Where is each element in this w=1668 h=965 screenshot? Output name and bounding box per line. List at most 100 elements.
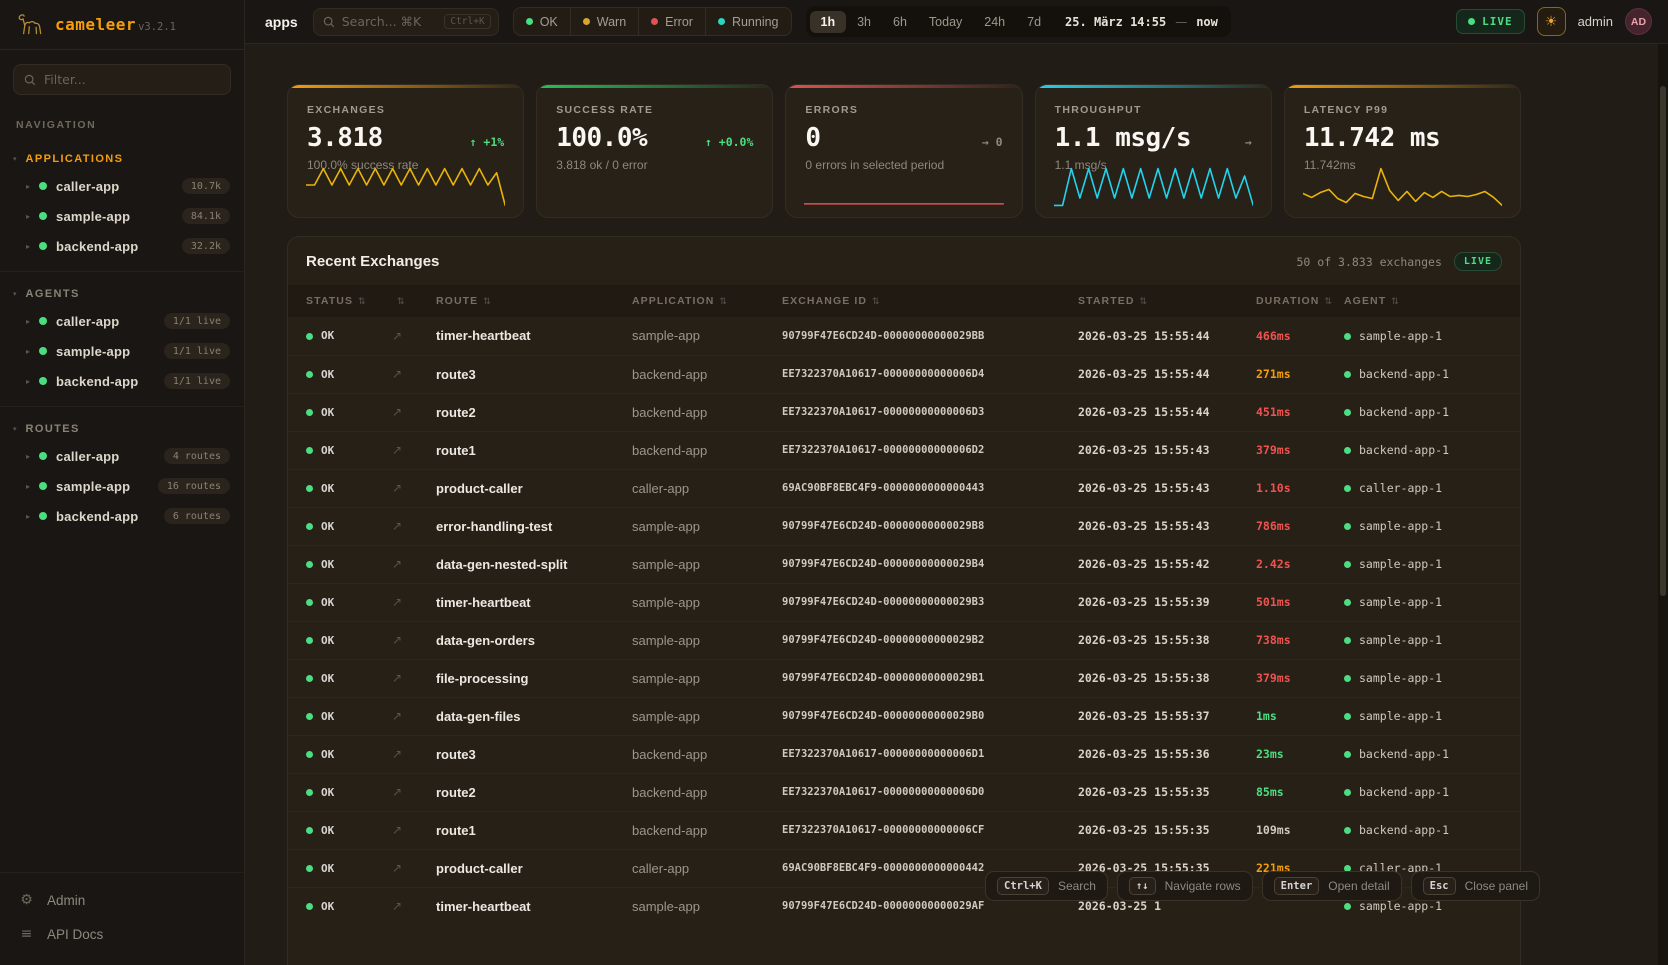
open-exchange-icon[interactable]: ↗ (392, 481, 402, 495)
column-header-route[interactable]: ROUTE⇅ (424, 285, 620, 317)
duration: 1ms (1244, 697, 1332, 735)
time-range-start[interactable]: 25. März 14:55 (1065, 15, 1166, 29)
time-range-3h[interactable]: 3h (846, 11, 882, 33)
sort-icon[interactable]: ⇅ (358, 297, 367, 307)
sidebar-link-api-docs[interactable]: ≡API Docs (0, 917, 244, 951)
open-exchange-icon[interactable]: ↗ (392, 899, 402, 913)
column-label: AGENT (1344, 295, 1386, 307)
open-exchange-icon[interactable]: ↗ (392, 519, 402, 533)
sidebar-item-agents-caller-app[interactable]: ▸caller-app1/1 live (0, 306, 244, 336)
section-header-applications[interactable]: ▾APPLICATIONS (0, 145, 244, 171)
scrollbar[interactable] (1658, 44, 1668, 965)
docs-icon: ≡ (19, 926, 34, 942)
table-row[interactable]: OK↗data-gen-filessample-app90799F47E6CD2… (288, 697, 1521, 735)
sidebar-item-routes-sample-app[interactable]: ▸sample-app16 routes (0, 471, 244, 501)
open-exchange-icon[interactable]: ↗ (392, 747, 402, 761)
open-exchange-icon[interactable]: ↗ (392, 709, 402, 723)
status-ok-dot (306, 713, 313, 720)
table-row[interactable]: OK↗product-callercaller-app69AC90BF8EBC4… (288, 469, 1521, 507)
open-exchange-icon[interactable]: ↗ (392, 633, 402, 647)
table-row[interactable]: OK↗route2backend-appEE7322370A10617-0000… (288, 393, 1521, 431)
open-exchange-icon[interactable]: ↗ (392, 861, 402, 875)
sort-icon[interactable]: ⇅ (397, 297, 406, 307)
open-exchange-icon[interactable]: ↗ (392, 443, 402, 457)
time-range-24h[interactable]: 24h (973, 11, 1016, 33)
column-header-application[interactable]: APPLICATION⇅ (620, 285, 770, 317)
agent-health-dot (1344, 675, 1351, 682)
sidebar-item-applications-sample-app[interactable]: ▸sample-app84.1k (0, 201, 244, 231)
table-row[interactable]: OK↗timer-heartbeatsample-app90799F47E6CD… (288, 317, 1521, 355)
exchange-count: 50 of 3.833 exchanges (1297, 255, 1442, 269)
sidebar-link-admin[interactable]: ⚙Admin (0, 883, 244, 917)
card-subtitle: 3.818 ok / 0 error (556, 158, 753, 172)
status-filter-warn[interactable]: Warn (571, 8, 639, 35)
sort-icon[interactable]: ⇅ (1140, 297, 1149, 307)
started-timestamp: 2026-03-25 15:55:42 (1066, 545, 1244, 583)
open-exchange-icon[interactable]: ↗ (392, 671, 402, 685)
sidebar-item-routes-backend-app[interactable]: ▸backend-app6 routes (0, 501, 244, 531)
global-search[interactable]: Ctrl+K (313, 8, 499, 36)
scrollbar-thumb[interactable] (1660, 86, 1666, 596)
sidebar-filter[interactable] (13, 64, 231, 95)
status-filter-ok[interactable]: OK (514, 8, 571, 35)
sidebar-filter-input[interactable] (44, 72, 220, 87)
exchange-id: EE7322370A10617-00000000000006D1 (770, 735, 1066, 773)
avatar[interactable]: AD (1625, 8, 1652, 35)
table-row[interactable]: OK↗route3backend-appEE7322370A10617-0000… (288, 735, 1521, 773)
table-row[interactable]: OK↗timer-heartbeatsample-app90799F47E6CD… (288, 583, 1521, 621)
exchange-id: EE7322370A10617-00000000000006D4 (770, 355, 1066, 393)
open-exchange-icon[interactable]: ↗ (392, 595, 402, 609)
card-trend: → (1245, 135, 1252, 149)
column-header-started[interactable]: STARTED⇅ (1066, 285, 1244, 317)
section-header-routes[interactable]: ▾ROUTES (0, 415, 244, 441)
footer-label: Admin (47, 893, 85, 908)
time-range-1h[interactable]: 1h (810, 11, 847, 33)
column-header-agent[interactable]: AGENT ⇅ (1332, 285, 1521, 317)
column-header-duration[interactable]: DURATION⇅ (1244, 285, 1332, 317)
open-exchange-icon[interactable]: ↗ (392, 329, 402, 343)
health-dot (39, 212, 47, 220)
sort-icon[interactable]: ⇅ (720, 297, 729, 307)
table-row[interactable]: OK↗route2backend-appEE7322370A10617-0000… (288, 773, 1521, 811)
sidebar-item-agents-backend-app[interactable]: ▸backend-app1/1 live (0, 366, 244, 396)
sort-icon[interactable]: ⇅ (1391, 297, 1400, 307)
sidebar-item-agents-sample-app[interactable]: ▸sample-app1/1 live (0, 336, 244, 366)
time-range-today[interactable]: Today (918, 11, 973, 33)
time-range-7d[interactable]: 7d (1016, 11, 1052, 33)
sidebar-item-applications-caller-app[interactable]: ▸caller-app10.7k (0, 171, 244, 201)
table-row[interactable]: OK↗route3backend-appEE7322370A10617-0000… (288, 355, 1521, 393)
section-header-agents[interactable]: ▾AGENTS (0, 280, 244, 306)
time-range-6h[interactable]: 6h (882, 11, 918, 33)
theme-toggle-button[interactable]: ☀ (1537, 7, 1566, 36)
status-ok-dot (306, 371, 313, 378)
status-filter-running[interactable]: Running (706, 8, 791, 35)
status-ok-dot (306, 409, 313, 416)
sidebar-item-applications-backend-app[interactable]: ▸backend-app32.2k (0, 231, 244, 261)
column-header-link[interactable]: ⇅ (380, 285, 424, 317)
table-row[interactable]: OK↗route1backend-appEE7322370A10617-0000… (288, 811, 1521, 849)
live-status-badge[interactable]: LIVE (1456, 9, 1525, 34)
item-badge: 16 routes (158, 478, 230, 494)
column-header-exchange-id[interactable]: EXCHANGE ID⇅ (770, 285, 1066, 317)
table-live-badge: LIVE (1454, 252, 1502, 271)
status-filter-error[interactable]: Error (639, 8, 706, 35)
table-row[interactable]: OK↗data-gen-nested-splitsample-app90799F… (288, 545, 1521, 583)
table-row[interactable]: OK↗data-gen-orderssample-app90799F47E6CD… (288, 621, 1521, 659)
table-row[interactable]: OK↗route1backend-appEE7322370A10617-0000… (288, 431, 1521, 469)
open-exchange-icon[interactable]: ↗ (392, 557, 402, 571)
sort-icon[interactable]: ⇅ (483, 297, 492, 307)
application-name: backend-app (620, 773, 770, 811)
username: admin (1578, 14, 1613, 29)
table-row[interactable]: OK↗file-processingsample-app90799F47E6CD… (288, 659, 1521, 697)
column-header-status[interactable]: STATUS⇅ (288, 285, 380, 317)
search-input[interactable] (342, 14, 438, 29)
time-range-end[interactable]: now (1196, 15, 1218, 29)
open-exchange-icon[interactable]: ↗ (392, 823, 402, 837)
table-row[interactable]: OK↗error-handling-testsample-app90799F47… (288, 507, 1521, 545)
sort-icon[interactable]: ⇅ (1324, 297, 1333, 307)
sort-icon[interactable]: ⇅ (872, 297, 881, 307)
open-exchange-icon[interactable]: ↗ (392, 367, 402, 381)
open-exchange-icon[interactable]: ↗ (392, 785, 402, 799)
sidebar-item-routes-caller-app[interactable]: ▸caller-app4 routes (0, 441, 244, 471)
open-exchange-icon[interactable]: ↗ (392, 405, 402, 419)
